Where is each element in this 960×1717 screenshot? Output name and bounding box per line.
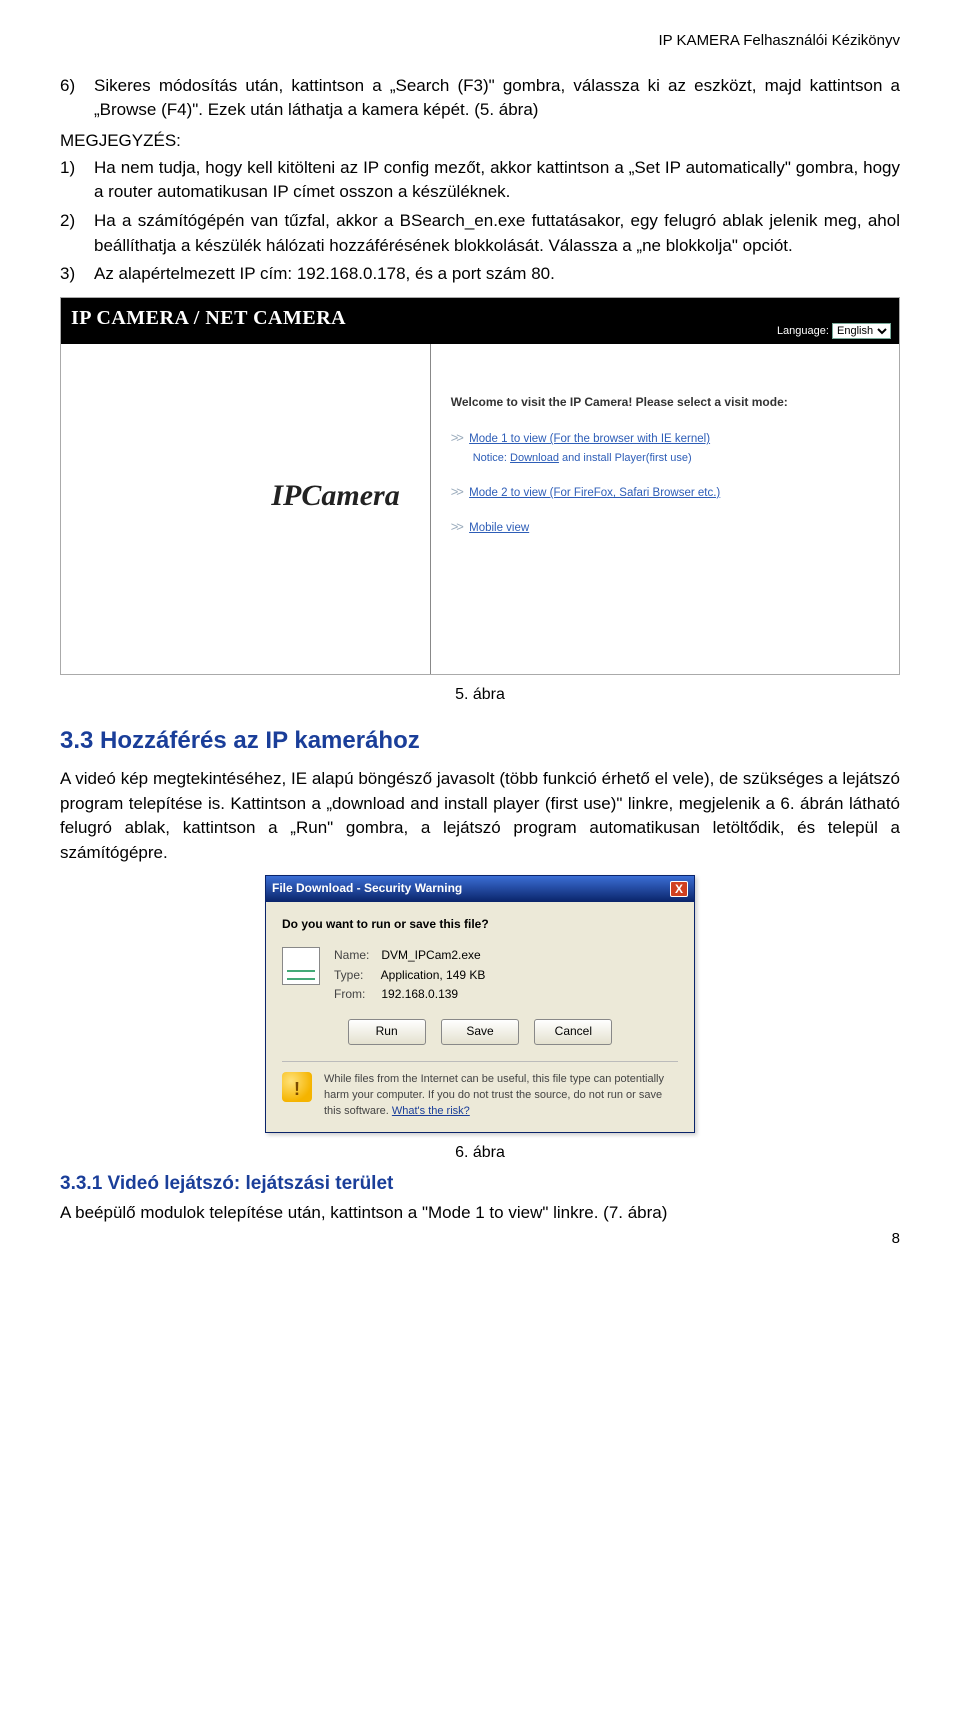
fig6-type-label: Type: bbox=[334, 967, 378, 984]
fig6-name-label: Name: bbox=[334, 947, 378, 964]
fig5-titlebar: IP CAMERA / NET CAMERA Language: English bbox=[61, 298, 899, 344]
fig6-name-value: DVM_IPCam2.exe bbox=[381, 948, 480, 962]
page-number: 8 bbox=[892, 1228, 900, 1250]
fig6-from-value: 192.168.0.139 bbox=[381, 987, 458, 1001]
fig5-welcome-text: Welcome to visit the IP Camera! Please s… bbox=[451, 394, 883, 411]
fig6-question: Do you want to run or save this file? bbox=[282, 916, 678, 933]
note-3-number: 3) bbox=[60, 262, 94, 291]
fig5-mode1-link[interactable]: Mode 1 to view (For the browser with IE … bbox=[469, 433, 710, 445]
fig5-mode3-link[interactable]: Mobile view bbox=[469, 522, 529, 534]
fig5-language-select[interactable]: English bbox=[832, 323, 891, 339]
page-header: IP KAMERA Felhasználói Kézikönyv bbox=[60, 30, 900, 52]
note-3-text: Az alapértelmezett IP cím: 192.168.0.178… bbox=[94, 262, 900, 287]
save-button[interactable]: Save bbox=[441, 1019, 519, 1044]
run-button[interactable]: Run bbox=[348, 1019, 426, 1044]
fig6-type-value: Application, 149 KB bbox=[381, 968, 486, 982]
arrow-icon: >> bbox=[451, 484, 462, 499]
close-icon[interactable]: X bbox=[670, 881, 688, 897]
fig5-download-link[interactable]: Download bbox=[510, 452, 559, 464]
figure-6-download-dialog: File Download - Security Warning X Do yo… bbox=[265, 875, 695, 1132]
warning-shield-icon bbox=[282, 1072, 312, 1102]
step-6-text: Sikeres módosítás után, kattintson a „Se… bbox=[94, 74, 900, 123]
fig5-mode2-link[interactable]: Mode 2 to view (For FireFox, Safari Brow… bbox=[469, 487, 720, 499]
fig5-notice-prefix: Notice: bbox=[473, 452, 507, 464]
fig6-from-label: From: bbox=[334, 986, 378, 1003]
arrow-icon: >> bbox=[451, 430, 462, 445]
fig5-language-label: Language: bbox=[777, 325, 829, 337]
cancel-button[interactable]: Cancel bbox=[534, 1019, 612, 1044]
fig6-risk-link[interactable]: What's the risk? bbox=[392, 1105, 470, 1117]
note-2-number: 2) bbox=[60, 209, 94, 262]
note-2: 2) Ha a számítógépén van tűzfal, akkor a… bbox=[60, 209, 900, 262]
step-6-number: 6) bbox=[60, 74, 94, 127]
note-1-number: 1) bbox=[60, 156, 94, 209]
fig6-warning-text: While files from the Internet can be use… bbox=[324, 1073, 664, 1117]
fig5-notice: Notice: Download and install Player(firs… bbox=[473, 451, 883, 467]
section-3-3-body: A videó kép megtekintéséhez, IE alapú bö… bbox=[60, 767, 900, 866]
note-3: 3) Az alapértelmezett IP cím: 192.168.0.… bbox=[60, 262, 900, 291]
fig5-title: IP CAMERA / NET CAMERA bbox=[71, 307, 346, 329]
fig5-notice-rest: and install Player(first use) bbox=[562, 452, 692, 464]
section-3-3-1-body: A beépülő modulok telepítése után, katti… bbox=[60, 1201, 900, 1226]
arrow-icon: >> bbox=[451, 519, 462, 534]
fig5-logo: IPCamera bbox=[271, 474, 399, 518]
step-6: 6) Sikeres módosítás után, kattintson a … bbox=[60, 74, 900, 127]
note-1: 1) Ha nem tudja, hogy kell kitölteni az … bbox=[60, 156, 900, 209]
figure-5-caption: 5. ábra bbox=[60, 683, 900, 706]
note-2-text: Ha a számítógépén van tűzfal, akkor a BS… bbox=[94, 209, 900, 258]
notes-heading: MEGJEGYZÉS: bbox=[60, 129, 900, 154]
fig6-title: File Download - Security Warning bbox=[272, 880, 462, 897]
section-3-3-1-title: 3.3.1 Videó lejátszó: lejátszási terület bbox=[60, 1170, 900, 1198]
note-1-text: Ha nem tudja, hogy kell kitölteni az IP … bbox=[94, 156, 900, 205]
section-3-3-title: 3.3 Hozzáférés az IP kamerához bbox=[60, 724, 900, 759]
figure-5-ipcamera-page: IP CAMERA / NET CAMERA Language: English… bbox=[60, 297, 900, 675]
file-icon bbox=[282, 947, 320, 985]
figure-6-caption: 6. ábra bbox=[60, 1141, 900, 1164]
